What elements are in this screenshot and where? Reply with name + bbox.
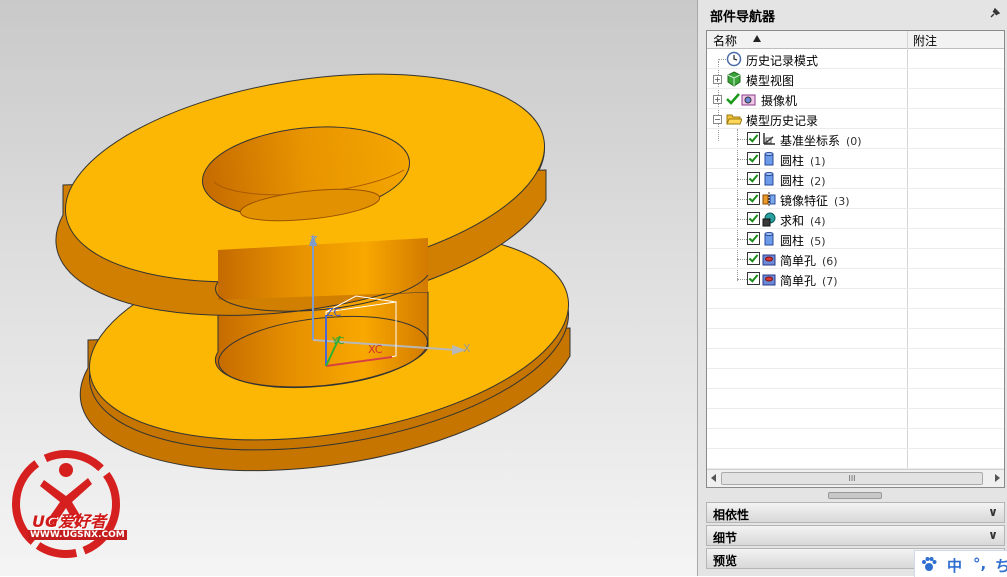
feature-checkbox[interactable] bbox=[747, 192, 760, 205]
empty-row bbox=[707, 409, 1004, 429]
feature-checkbox[interactable] bbox=[747, 232, 760, 245]
tree-row-label: 圆柱 (2) bbox=[780, 174, 826, 188]
empty-row bbox=[707, 369, 1004, 389]
empty-row bbox=[707, 289, 1004, 309]
empty-row bbox=[707, 389, 1004, 409]
tree-row-feature[interactable]: 求和 (4) bbox=[707, 209, 1004, 229]
sort-ascending-icon bbox=[753, 35, 761, 42]
ime-language-toggle[interactable]: 中 bbox=[947, 555, 962, 576]
checkmark-icon bbox=[726, 93, 740, 105]
feature-checkbox[interactable] bbox=[747, 252, 760, 265]
section-title: 相依性 bbox=[713, 508, 750, 522]
graphics-viewport[interactable]: Z ZC YC XC X UG爱好者 WWW.UGSNX.COM bbox=[0, 0, 697, 576]
feature-checkbox[interactable] bbox=[747, 212, 760, 225]
tree-row-feature[interactable]: 简单孔 (6) bbox=[707, 249, 1004, 269]
ug-logo: UG爱好者 WWW.UGSNX.COM bbox=[8, 448, 130, 568]
tree-row-label: 简单孔 (6) bbox=[780, 254, 838, 268]
tree-row-label: 镜像特征 (3) bbox=[780, 194, 850, 208]
expand-icon[interactable]: + bbox=[713, 75, 722, 84]
tree-row-feature[interactable]: 圆柱 (1) bbox=[707, 149, 1004, 169]
ime-toolbar[interactable]: 中 °, ち bbox=[914, 550, 1007, 577]
camera-icon bbox=[741, 94, 756, 106]
hole-icon bbox=[762, 274, 776, 286]
cylinder-icon bbox=[764, 152, 774, 166]
tree-row-camera[interactable]: + 摄像机 bbox=[707, 89, 1004, 109]
feature-checkbox[interactable] bbox=[747, 172, 760, 185]
horizontal-scrollbar[interactable]: III bbox=[707, 469, 1004, 487]
unite-icon bbox=[762, 212, 776, 227]
tree-row-label: 求和 (4) bbox=[780, 214, 826, 228]
folder-open-icon bbox=[726, 114, 742, 125]
section-dependencies[interactable]: 相依性 ∨ bbox=[706, 502, 1005, 523]
tree-row-label: 模型视图 bbox=[746, 74, 795, 88]
cylinder-icon bbox=[764, 172, 774, 186]
navigator-tree[interactable]: 名称 附注 历史记录模式 + 模型视图 + 摄像机 − 模型历史记录 基准坐标系… bbox=[706, 30, 1005, 488]
section-title: 细节 bbox=[713, 531, 738, 545]
tree-row-feature[interactable]: 基准坐标系 (0) bbox=[707, 129, 1004, 149]
tree-row-feature[interactable]: 圆柱 (2) bbox=[707, 169, 1004, 189]
feature-checkbox[interactable] bbox=[747, 132, 760, 145]
scroll-right-icon[interactable] bbox=[995, 474, 1000, 482]
axis-zc-label: ZC bbox=[326, 306, 342, 319]
scroll-left-icon[interactable] bbox=[711, 474, 716, 482]
tree-row-history-mode[interactable]: 历史记录模式 bbox=[707, 49, 1004, 69]
column-name-header[interactable]: 名称 bbox=[713, 32, 737, 49]
chevron-down-icon[interactable]: ∨ bbox=[985, 528, 1001, 543]
empty-row bbox=[707, 349, 1004, 369]
tree-row-model-history[interactable]: − 模型历史记录 bbox=[707, 109, 1004, 129]
axis-x-label: X bbox=[463, 342, 471, 355]
scroll-thumb[interactable]: III bbox=[721, 472, 983, 485]
tree-row-feature[interactable]: 镜像特征 (3) bbox=[707, 189, 1004, 209]
tree-row-feature[interactable]: 简单孔 (7) bbox=[707, 269, 1004, 289]
axis-xc-label: XC bbox=[368, 343, 383, 356]
ime-punctuation-toggle[interactable]: °, bbox=[973, 555, 986, 573]
empty-row bbox=[707, 429, 1004, 449]
tree-row-label: 简单孔 (7) bbox=[780, 274, 838, 288]
cylinder-icon bbox=[764, 232, 774, 246]
navigator-title: 部件导航器 bbox=[710, 10, 776, 25]
datum-csys-icon bbox=[763, 133, 775, 145]
hole-icon bbox=[762, 254, 776, 266]
section-title: 预览 bbox=[713, 554, 738, 568]
feature-checkbox[interactable] bbox=[747, 152, 760, 165]
logo-brand-text: UG爱好者 bbox=[32, 512, 107, 531]
tree-row-model-views[interactable]: + 模型视图 bbox=[707, 69, 1004, 89]
tree-row-label: 圆柱 (5) bbox=[780, 234, 826, 248]
column-note-header[interactable]: 附注 bbox=[913, 32, 937, 49]
navigator-header: 部件导航器 bbox=[698, 0, 1007, 28]
tree-row-label: 摄像机 bbox=[761, 94, 798, 108]
collapse-icon[interactable]: − bbox=[713, 115, 722, 124]
model-views-icon bbox=[727, 71, 741, 87]
empty-row bbox=[707, 329, 1004, 349]
tree-row-label: 历史记录模式 bbox=[746, 54, 819, 68]
tree-row-label: 圆柱 (1) bbox=[780, 154, 826, 168]
empty-row bbox=[707, 309, 1004, 329]
section-details[interactable]: 细节 ∨ bbox=[706, 525, 1005, 546]
paw-icon[interactable] bbox=[921, 556, 937, 572]
mirror-feature-icon bbox=[762, 192, 776, 206]
column-header: 名称 附注 bbox=[707, 31, 1004, 49]
tree-row-label: 基准坐标系 (0) bbox=[780, 134, 862, 148]
axis-z-label: Z bbox=[310, 234, 318, 247]
pin-icon[interactable] bbox=[989, 7, 1001, 19]
tree-row-feature[interactable]: 圆柱 (5) bbox=[707, 229, 1004, 249]
panel-splitter[interactable] bbox=[828, 492, 882, 499]
expand-icon[interactable]: + bbox=[713, 95, 722, 104]
axis-yc-label: YC bbox=[331, 336, 345, 347]
feature-checkbox[interactable] bbox=[747, 272, 760, 285]
logo-url-text: WWW.UGSNX.COM bbox=[28, 530, 127, 540]
tree-row-label: 模型历史记录 bbox=[746, 114, 819, 128]
chevron-down-icon[interactable]: ∨ bbox=[985, 505, 1001, 520]
part-navigator-panel: 部件导航器 名称 附注 历史记录模式 + 模型视图 + 摄像机 − 模型历史记录… bbox=[697, 0, 1007, 576]
ime-extra-toggle[interactable]: ち bbox=[995, 555, 1007, 576]
empty-row bbox=[707, 449, 1004, 469]
clock-icon bbox=[726, 51, 742, 67]
